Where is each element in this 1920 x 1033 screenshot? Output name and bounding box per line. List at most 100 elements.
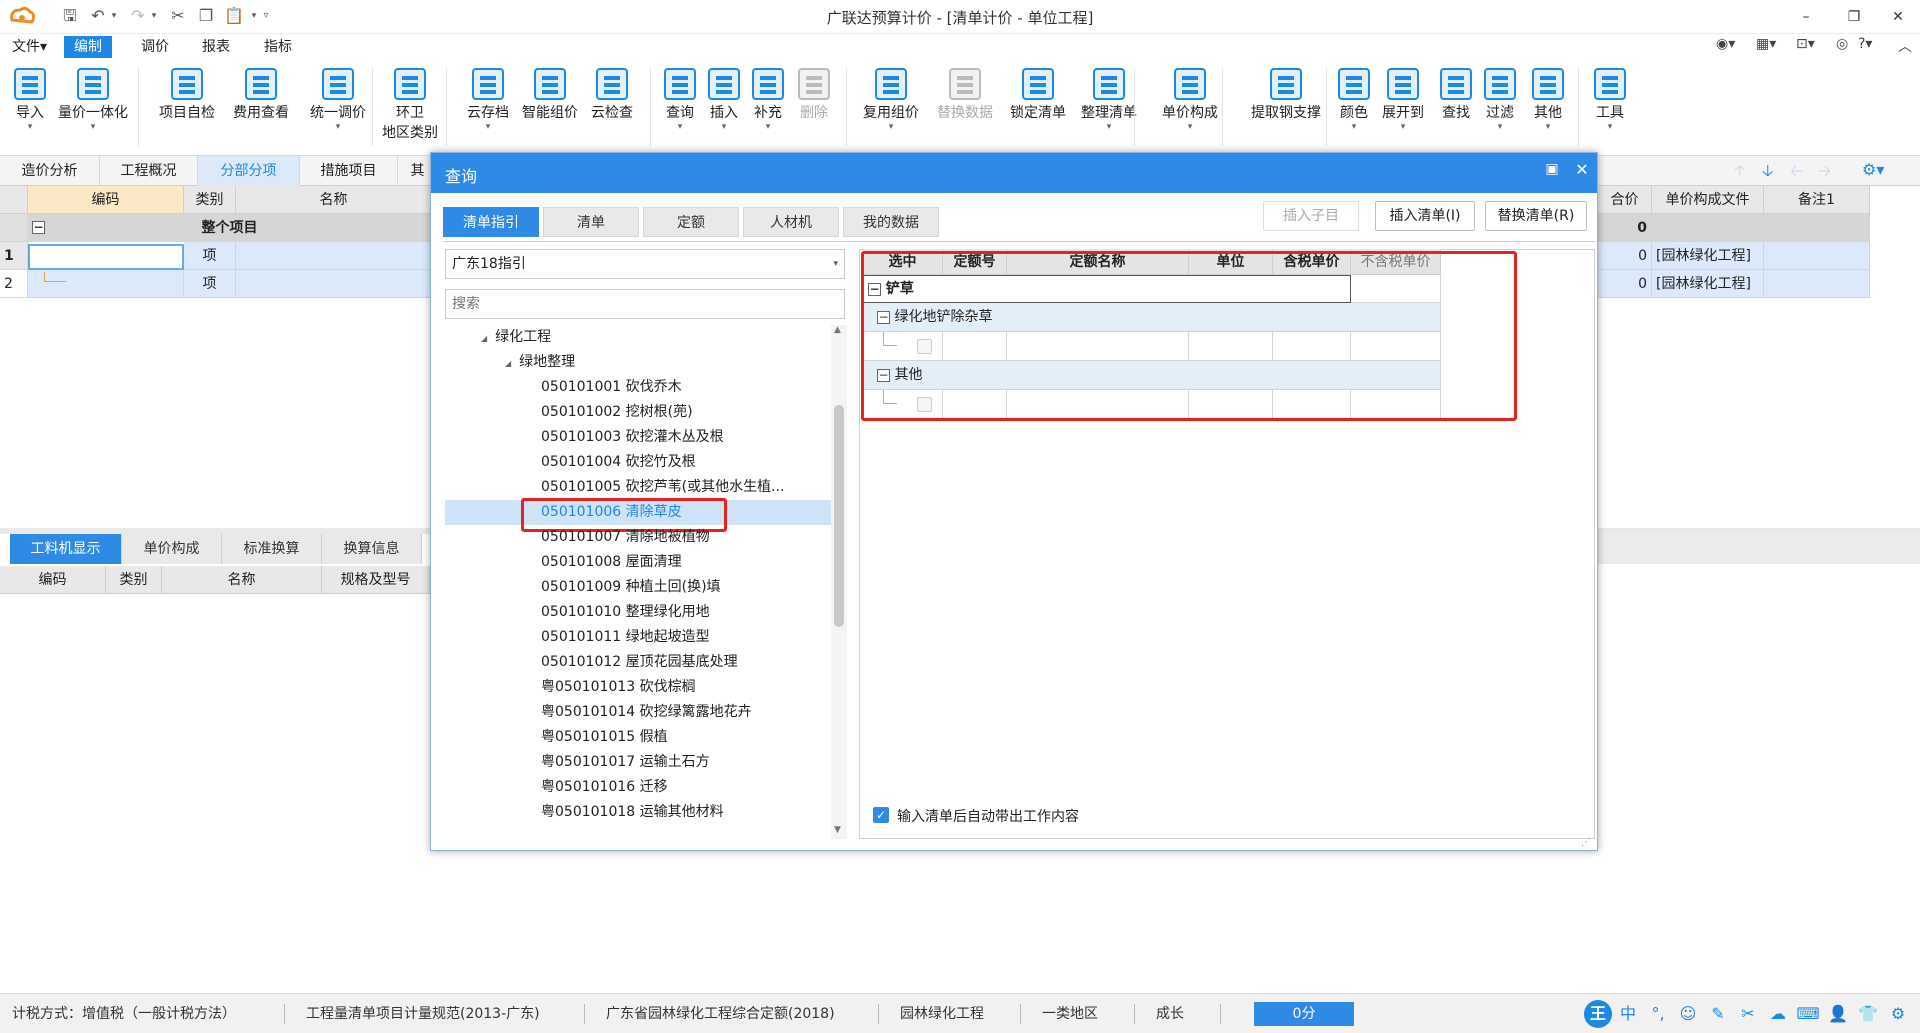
unified-adjust-button[interactable]: 统一调价 ▾ [298,64,378,152]
tree-expand-icon[interactable]: ◢ [481,334,487,343]
tab-conversion-info[interactable]: 换算信息 [322,534,422,564]
insert-button[interactable]: 插入 ▾ [704,64,744,152]
grid-header-total[interactable]: 合价 [1598,186,1652,214]
help-icon[interactable]: ?▾ [1858,36,1872,58]
dropdown-arrow-icon[interactable]: ▾ [1590,122,1630,132]
cloud-archive-button[interactable]: 云存档 ▾ [462,64,514,152]
move-up-icon[interactable]: 🡡 [1734,160,1746,187]
tree-item[interactable]: 粤050101018 运输其他材料 [445,800,831,825]
tree-item[interactable]: 粤050101014 砍挖绿篱露地花卉 [445,700,831,725]
bottom-header-name[interactable]: 名称 [162,566,322,594]
dialog-close-icon[interactable]: ✕ [1571,160,1593,179]
tree-item[interactable]: 050101010 整理绿化用地 [445,600,831,625]
dlg-tab-resources[interactable]: 人材机 [743,207,839,237]
collapse-icon[interactable]: − [32,221,45,234]
replace-data-button[interactable]: 替换数据 [928,64,1002,152]
grid-header-price-file[interactable]: 单价构成文件 [1652,186,1764,214]
code-input[interactable] [28,244,184,270]
tab-unit-price[interactable]: 单价构成 [122,534,222,564]
dropdown-arrow-icon[interactable]: ▾ [704,122,744,132]
handwrite-icon[interactable]: ✎ [1704,1000,1732,1028]
quantity-price-button[interactable]: 量价一体化 ▾ [52,64,134,152]
replace-list-button[interactable]: 替换清单(R) [1485,201,1587,231]
tree-item[interactable]: 050101005 砍挖芦苇(或其他水生植... [445,475,831,500]
bottom-header-spec[interactable]: 规格及型号 [322,566,430,594]
dropdown-arrow-icon[interactable]: ▾ [856,122,926,132]
find-button[interactable]: 查找 [1436,64,1476,152]
self-check-button[interactable]: 项目自检 [150,64,224,152]
tree-item[interactable]: 050101012 屋顶花园基底处理 [445,650,831,675]
tab-measures[interactable]: 措施项目 [300,156,398,186]
unit-price-composition-button[interactable]: 单价构成 ▾ [1150,64,1230,152]
total-row[interactable]: − 整个项目 [28,214,432,242]
row-type[interactable]: 项 [184,242,236,270]
move-left-icon[interactable]: 🡠 [1790,160,1803,187]
tools-button[interactable]: 工具 ▾ [1590,64,1630,152]
dropdown-arrow-icon[interactable]: ▾ [1526,122,1570,132]
grid-header-code[interactable]: 编码 [28,186,184,214]
row-name[interactable] [236,270,432,298]
export-icon[interactable]: ⊡▾ [1796,36,1815,58]
ime-chinese-icon[interactable]: 中 [1614,1000,1642,1028]
tree-item[interactable]: ◢ 绿化工程 [445,325,831,350]
dlg-tab-my-data[interactable]: 我的数据 [843,207,939,237]
minimize-icon[interactable]: – [1786,4,1826,30]
insert-list-button[interactable]: 插入清单(I) [1375,201,1475,231]
tree-item[interactable]: 050101006 清除草皮 [445,498,831,532]
resize-grip-icon[interactable]: ⋰ [1581,837,1591,848]
tree-item[interactable]: 050101011 绿地起坡造型 [445,625,831,650]
dropdown-arrow-icon[interactable]: ▾ [1374,122,1432,132]
query-button[interactable]: 查询 ▾ [660,64,700,152]
tree-item[interactable]: 050101007 清除地被植物 [445,525,831,550]
tree-item[interactable]: 050101004 砍挖竹及根 [445,450,831,475]
delete-button[interactable]: 删除 [792,64,836,152]
tab-sub-items[interactable]: 分部分项 [198,156,300,186]
grid-header-type[interactable]: 类别 [184,186,236,214]
expand-to-button[interactable]: 展开到 ▾ [1374,64,1432,152]
color-button[interactable]: 颜色 ▾ [1334,64,1374,152]
ime-logo-icon[interactable]: 王 [1584,1000,1612,1028]
close-icon[interactable]: ✕ [1878,4,1918,30]
tree-expand-icon[interactable]: ◢ [505,359,511,368]
extract-steel-support-button[interactable]: 提取钢支撑 [1236,64,1336,152]
tree-scrollbar[interactable]: ▲ ▼ [831,325,847,839]
menu-file[interactable]: 文件▾ [2,36,57,58]
row-type[interactable]: 项 [184,270,236,298]
cloud-icon[interactable]: ☁ [1764,1000,1792,1028]
row-name[interactable] [236,242,432,270]
dropdown-arrow-icon[interactable]: ▾ [298,122,378,132]
tree-item[interactable]: 粤050101017 运输土石方 [445,750,831,775]
tree-item[interactable]: 粤050101013 砍伐棕榈 [445,675,831,700]
dropdown-arrow-icon[interactable]: ▾ [462,122,514,132]
tree-item[interactable]: 粤050101016 迁移 [445,775,831,800]
move-right-icon[interactable]: 🡢 [1818,160,1831,187]
menu-adjust[interactable]: 调价 [131,36,179,58]
tree-item[interactable]: ◢ 绿地整理 [445,350,831,375]
tab-labor-material[interactable]: 工料机显示 [10,534,122,564]
tree-item[interactable]: 050101008 屋面清理 [445,550,831,575]
dropdown-arrow-icon[interactable]: ▾ [748,122,788,132]
supplement-button[interactable]: 补充 ▾ [748,64,788,152]
row-remark[interactable] [1764,270,1870,298]
lock-list-button[interactable]: 锁定清单 [1002,64,1074,152]
menu-edit[interactable]: 编制 [64,36,112,58]
user-icon[interactable]: 👤 [1824,1000,1852,1028]
menu-index[interactable]: 指标 [254,36,302,58]
tab-project-overview[interactable]: 工程概况 [100,156,198,186]
reuse-pricing-button[interactable]: 复用组价 ▾ [856,64,926,152]
bottom-header-type[interactable]: 类别 [106,566,162,594]
insert-child-button[interactable]: 插入子目 [1263,201,1359,231]
support-icon[interactable]: ◎ [1836,36,1848,58]
other-button[interactable]: 其他 ▾ [1526,64,1570,152]
dropdown-arrow-icon[interactable]: ▾ [660,122,700,132]
import-button[interactable]: 导入 ▾ [10,64,50,152]
tree-item[interactable]: 050101003 砍挖灌木丛及根 [445,425,831,450]
score-badge[interactable]: 0分 [1254,1002,1354,1026]
row-price-file[interactable]: [园林绿化工程] [1652,242,1764,270]
dropdown-arrow-icon[interactable]: ▾ [1150,122,1230,132]
smart-pricing-button[interactable]: 智能组价 [516,64,584,152]
layout-icon[interactable]: ▦▾ [1756,36,1776,58]
skin-icon[interactable]: 👕 [1854,1000,1882,1028]
auto-work-checkbox[interactable]: ✓ [873,807,889,823]
sanitation-region-button[interactable]: 环卫 地区类别 [380,64,440,152]
